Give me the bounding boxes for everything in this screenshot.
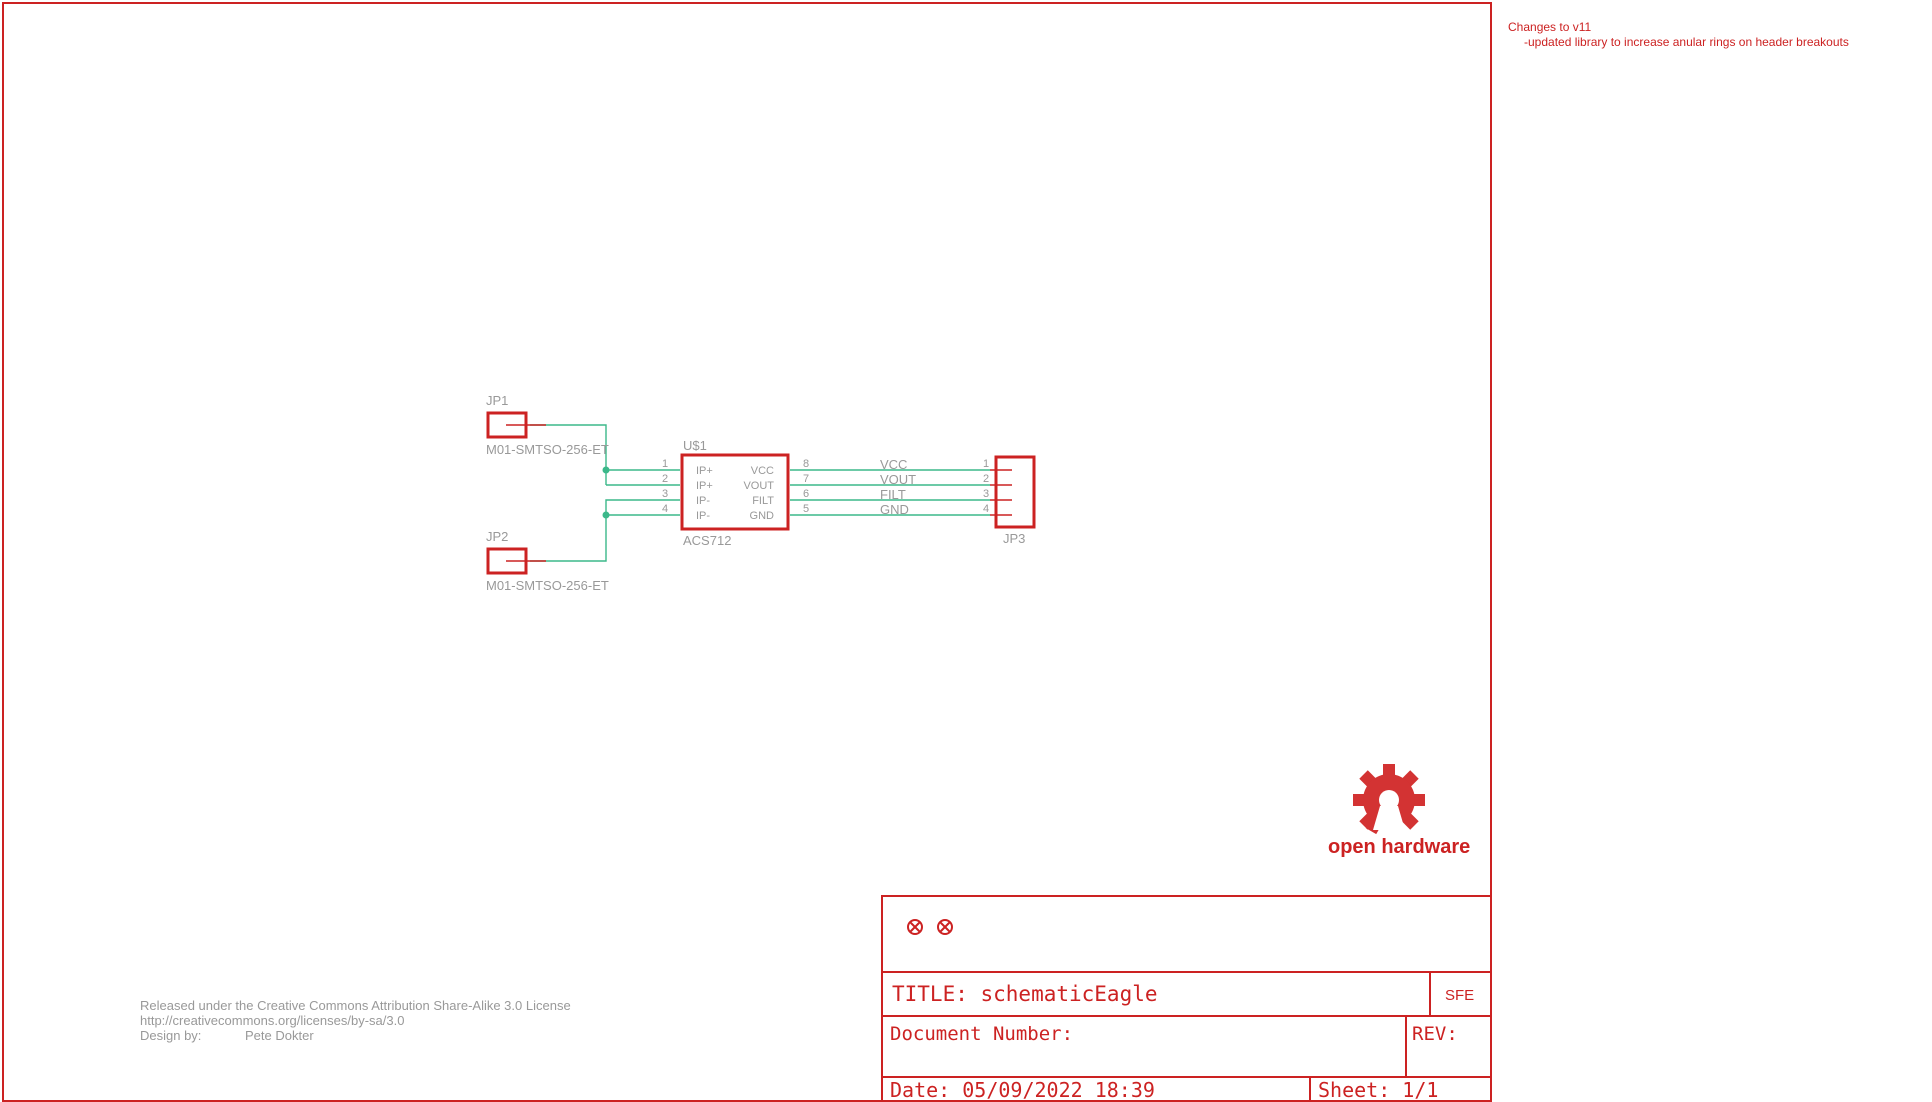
open-hardware-gear-icon — [1353, 764, 1425, 835]
designer-name: Pete Dokter — [245, 1028, 314, 1043]
u1-value: ACS712 — [683, 533, 731, 548]
net-label-gnd: GND — [880, 502, 909, 517]
u1-pin-name-3: IP- — [696, 495, 710, 507]
u1-pin-num-1: 1 — [662, 458, 668, 470]
net-label-vcc: VCC — [880, 457, 907, 472]
design-by-label: Design by: — [140, 1028, 201, 1043]
wire-jp2-ip3 — [530, 499, 680, 562]
open-hardware-logo: open hardware — [1328, 764, 1470, 858]
u1-pin-num-4: 4 — [662, 503, 668, 515]
u1-pin-name-4: IP- — [696, 510, 710, 522]
u1-ref: U$1 — [683, 438, 707, 453]
u1-pin-name-7: VOUT — [743, 480, 774, 492]
license-url: http://creativecommons.org/licenses/by-s… — [140, 1013, 404, 1028]
jp2-value: M01-SMTSO-256-ET — [486, 578, 609, 593]
jp1-value: M01-SMTSO-256-ET — [486, 442, 609, 457]
open-hardware-text: open hardware — [1328, 836, 1470, 858]
net-label-filt: FILT — [880, 487, 906, 502]
u1-pin-num-6: 6 — [803, 488, 809, 500]
revision-note-title: Changes to v11 — [1508, 20, 1591, 34]
drawing-frame — [2, 2, 1492, 1102]
sheet-number: Sheet: 1/1 — [1318, 1078, 1438, 1102]
u1-pin-num-8: 8 — [803, 458, 809, 470]
u1-pin-num-2: 2 — [662, 473, 668, 485]
net-label-vout: VOUT — [880, 472, 916, 487]
u1-pin-num-7: 7 — [803, 473, 809, 485]
jp3-pin-num-3: 3 — [983, 488, 989, 500]
u1-pin-name-2: IP+ — [696, 480, 713, 492]
part-u1[interactable]: U$1 ACS712 1 2 3 4 IP+ IP+ IP- IP- VCC V… — [662, 438, 809, 548]
schematic-sheet: Changes to v11 -updated library to incre… — [2, 2, 1849, 1102]
license-block: Released under the Creative Commons Attr… — [140, 998, 571, 1043]
jp3-pin-num-4: 4 — [983, 503, 989, 515]
u1-pin-num-5: 5 — [803, 503, 809, 515]
jp1-ref: JP1 — [486, 393, 508, 408]
license-line: Released under the Creative Commons Attr… — [140, 998, 571, 1013]
revision-note-detail: -updated library to increase anular ring… — [1524, 35, 1849, 49]
company-code: SFE — [1445, 987, 1474, 1004]
date-stamp: Date: 05/09/2022 18:39 — [890, 1078, 1155, 1102]
jp2-ref: JP2 — [486, 529, 508, 544]
sheet-title: TITLE: schematicEagle — [892, 982, 1158, 1006]
net-labels: VCC VOUT FILT GND — [880, 457, 916, 517]
u1-pin-name-6: FILT — [752, 495, 774, 507]
junction-bottom — [602, 511, 610, 519]
jp3-ref: JP3 — [1003, 531, 1025, 546]
u1-pin-name-5: GND — [750, 510, 775, 522]
revision-label: REV: — [1412, 1023, 1458, 1045]
u1-pin-name-1: IP+ — [696, 465, 713, 477]
jp3-body — [994, 455, 1036, 529]
jp3-pin-num-1: 1 — [983, 458, 989, 470]
attribute-marker-icon — [907, 919, 923, 935]
title-block: TITLE: schematicEagle SFE Document Numbe… — [881, 895, 1492, 1102]
u1-pin-name-8: VCC — [751, 465, 774, 477]
part-jp3[interactable]: 1 2 3 4 JP3 — [983, 455, 1036, 546]
u1-pin-num-3: 3 — [662, 488, 668, 500]
jp3-pin-num-2: 2 — [983, 473, 989, 485]
attribute-marker-icon — [937, 919, 953, 935]
junction-top — [602, 466, 610, 474]
document-number-label: Document Number: — [890, 1023, 1073, 1045]
